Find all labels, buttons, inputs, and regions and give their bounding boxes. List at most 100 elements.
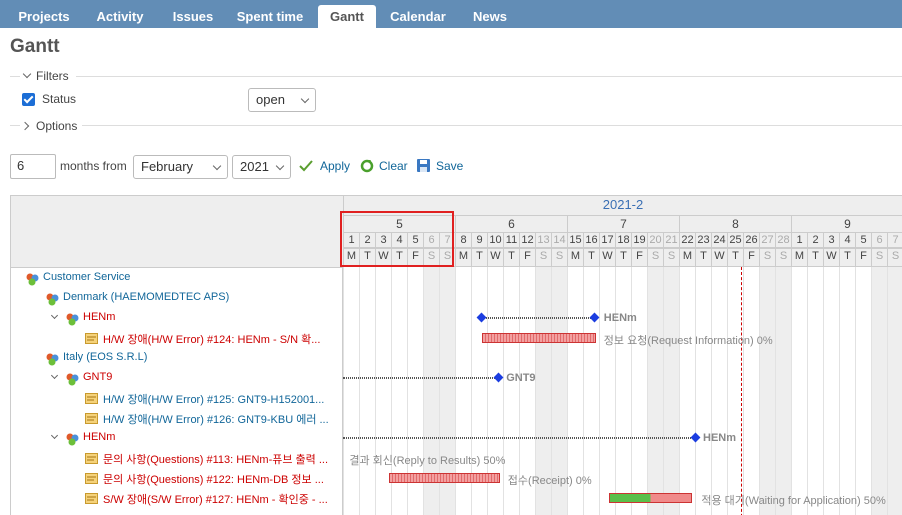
issue-row[interactable]: 문의 사항(Questions) #122: HENm-DB 정보 ... bbox=[103, 471, 336, 487]
save-icon[interactable] bbox=[417, 159, 430, 172]
tab-news[interactable]: News bbox=[462, 5, 518, 28]
issue-bar[interactable] bbox=[608, 493, 692, 503]
tab-activity[interactable]: Activity bbox=[86, 5, 154, 28]
day-letter: T bbox=[727, 248, 744, 267]
day-column bbox=[791, 267, 808, 515]
version-row[interactable]: HENm bbox=[83, 311, 336, 323]
day-number: 23 bbox=[695, 232, 712, 248]
issue-row[interactable]: H/W 장애(H/W Error) #125: GNT9-H152001... bbox=[103, 391, 336, 407]
bar-label: 접수(Receipt) 0% bbox=[507, 475, 592, 487]
day-number: 14 bbox=[551, 232, 568, 248]
month-value: February bbox=[141, 159, 194, 174]
day-letter: T bbox=[503, 248, 520, 267]
year-select[interactable]: 2021 bbox=[232, 155, 291, 179]
months-input[interactable]: 6 bbox=[10, 154, 56, 179]
day-letter: S bbox=[647, 248, 664, 267]
clear-link[interactable]: Clear bbox=[379, 159, 408, 173]
tab-spent-time[interactable]: Spent time bbox=[228, 5, 312, 28]
status-value: open bbox=[256, 92, 285, 107]
chevron-down-icon bbox=[212, 161, 222, 171]
project-icon bbox=[66, 373, 79, 386]
apply-link[interactable]: Apply bbox=[320, 159, 350, 173]
day-column bbox=[759, 267, 776, 515]
top-menu: Projects Activity Issues Spent time Gantt Cal… bbox=[0, 0, 902, 28]
day-letter: S bbox=[871, 248, 888, 267]
chevron-down-icon[interactable] bbox=[50, 311, 59, 320]
day-column bbox=[711, 267, 728, 515]
day-number: 11 bbox=[503, 232, 520, 248]
project-row[interactable]: Italy (EOS S.R.L) bbox=[63, 351, 336, 363]
day-column bbox=[615, 267, 632, 515]
day-number: 18 bbox=[615, 232, 632, 248]
version-row[interactable]: GNT9 bbox=[83, 371, 336, 383]
day-letter: T bbox=[807, 248, 824, 267]
day-column bbox=[631, 267, 648, 515]
tab-calendar[interactable]: Calendar bbox=[380, 5, 456, 28]
issue-row[interactable]: 문의 사항(Questions) #113: HENm-퓨브 출력 ... bbox=[103, 451, 336, 467]
day-number: 2 bbox=[807, 232, 824, 248]
reload-icon[interactable] bbox=[360, 159, 374, 173]
project-icon bbox=[66, 433, 79, 446]
tab-projects[interactable]: Projects bbox=[8, 5, 80, 28]
filters-legend[interactable]: Filters bbox=[36, 69, 69, 83]
bar-label: 정보 요청(Request Information) 0% bbox=[603, 335, 773, 347]
version-row[interactable]: HENm bbox=[83, 431, 336, 443]
tab-gantt[interactable]: Gantt bbox=[318, 5, 376, 28]
day-number: 9 bbox=[471, 232, 488, 248]
ticket-icon bbox=[85, 453, 98, 464]
day-column bbox=[887, 267, 902, 515]
options-legend[interactable]: Options bbox=[36, 119, 77, 133]
status-checkbox[interactable] bbox=[22, 93, 35, 106]
day-letter: S bbox=[759, 248, 776, 267]
issue-bar[interactable] bbox=[389, 473, 500, 483]
day-letter: W bbox=[599, 248, 616, 267]
day-number: 21 bbox=[663, 232, 680, 248]
day-column bbox=[807, 267, 824, 515]
check-icon[interactable] bbox=[299, 160, 313, 172]
day-letter: S bbox=[551, 248, 568, 267]
day-letter: T bbox=[583, 248, 600, 267]
project-icon bbox=[46, 353, 59, 366]
issue-row[interactable]: S/W 장애(S/W Error) #127: HENm - 확인중 - ... bbox=[103, 491, 336, 507]
tab-issues[interactable]: Issues bbox=[160, 5, 226, 28]
gantt-chart: 2021-2 56789 1 M 2 T 3 W 4 T 5 F 6 S 7 S 8 M 9 T 10 W 11 T 12 F… bbox=[10, 195, 902, 515]
chevron-right-icon[interactable] bbox=[20, 121, 30, 131]
months-from-label: months from bbox=[60, 159, 127, 173]
issue-bar[interactable] bbox=[482, 333, 596, 343]
month-select[interactable]: February bbox=[133, 155, 228, 179]
bar-label: HENm bbox=[603, 312, 637, 324]
status-select[interactable]: open bbox=[248, 88, 316, 112]
issue-row[interactable]: H/W 장애(H/W Error) #126: GNT9-KBU 에러 ... bbox=[103, 411, 336, 427]
day-column bbox=[663, 267, 680, 515]
day-letter: S bbox=[535, 248, 552, 267]
project-row[interactable]: Customer Service bbox=[43, 271, 336, 283]
day-number: 1 bbox=[791, 232, 808, 248]
chevron-down-icon[interactable] bbox=[50, 431, 59, 440]
save-link[interactable]: Save bbox=[436, 159, 463, 173]
day-letter: T bbox=[471, 248, 488, 267]
day-letter: S bbox=[663, 248, 680, 267]
day-column bbox=[743, 267, 760, 515]
chevron-down-icon[interactable] bbox=[22, 69, 32, 79]
divider bbox=[76, 76, 902, 77]
day-column bbox=[343, 267, 360, 515]
week-header: 9 bbox=[791, 215, 902, 233]
week-header: 8 bbox=[679, 215, 792, 233]
day-column bbox=[775, 267, 792, 515]
ticket-icon bbox=[85, 393, 98, 404]
bar-label: 결과 회신(Reply to Results) 50% bbox=[349, 455, 506, 467]
day-letter: F bbox=[519, 248, 536, 267]
day-column bbox=[839, 267, 856, 515]
day-column bbox=[695, 267, 712, 515]
day-letter: S bbox=[887, 248, 902, 267]
project-row[interactable]: Denmark (HAEMOMEDTEC APS) bbox=[63, 291, 336, 303]
day-letter: M bbox=[455, 248, 472, 267]
chevron-down-icon[interactable] bbox=[50, 371, 59, 380]
day-number: 16 bbox=[583, 232, 600, 248]
day-column bbox=[855, 267, 872, 515]
issue-row[interactable]: H/W 장애(H/W Error) #124: HENm - S/N 확... bbox=[103, 331, 336, 347]
day-number: 27 bbox=[759, 232, 776, 248]
project-icon bbox=[46, 293, 59, 306]
day-number: 13 bbox=[535, 232, 552, 248]
week-header: 6 bbox=[455, 215, 568, 233]
